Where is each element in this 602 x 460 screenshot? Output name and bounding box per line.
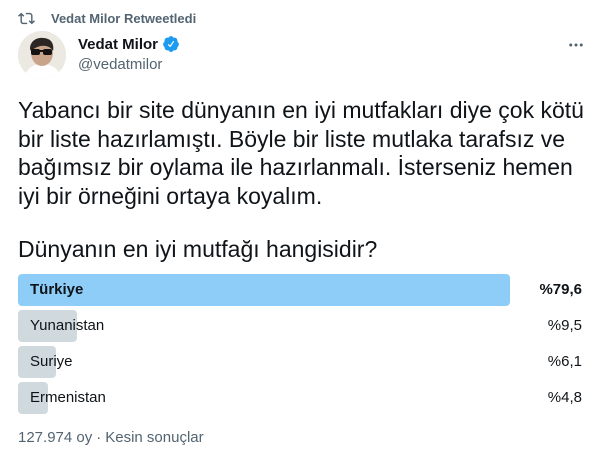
author-handle[interactable]: @vedatmilor: [78, 56, 180, 73]
poll-status: Kesin sonuçlar: [105, 429, 204, 446]
poll-option-label: Ermenistan: [30, 389, 106, 406]
poll: Türkiye %79,6 Yunanistan %9,5 Suriye %6,…: [18, 274, 584, 418]
poll-option-percent: %9,5: [547, 317, 582, 334]
poll-option[interactable]: Suriye %6,1: [18, 346, 584, 378]
avatar[interactable]: [18, 31, 66, 79]
poll-option-label: Türkiye: [30, 281, 84, 298]
tweet-header: Vedat Milor @vedatmilor: [18, 31, 586, 81]
author-block: Vedat Milor @vedatmilor: [78, 35, 180, 73]
retweet-icon: [18, 10, 35, 27]
retweet-label: Vedat Milor Retweetledi: [51, 10, 197, 26]
poll-option[interactable]: Yunanistan %9,5: [18, 310, 584, 342]
poll-option-percent: %79,6: [539, 281, 582, 298]
verified-badge-icon: [162, 35, 180, 53]
tweet-text: Yabancı bir site dünyanın en iyi mutfakl…: [18, 97, 584, 209]
poll-option-label: Suriye: [30, 353, 73, 370]
poll-option-percent: %4,8: [547, 389, 582, 406]
poll-footer-separator: ·: [96, 429, 102, 446]
poll-option-bar: [18, 274, 511, 306]
poll-option-label: Yunanistan: [30, 317, 105, 334]
more-options-icon[interactable]: [566, 35, 586, 55]
poll-vote-count: 127.974 oy: [18, 429, 93, 446]
poll-question: Dünyanın en iyi mutfağı hangisidir?: [18, 236, 378, 262]
poll-option[interactable]: Ermenistan %4,8: [18, 382, 584, 414]
poll-footer: 127.974 oy · Kesin sonuçlar: [18, 429, 204, 446]
retweet-context[interactable]: Vedat Milor Retweetledi: [18, 9, 196, 27]
poll-option[interactable]: Türkiye %79,6: [18, 274, 584, 306]
poll-option-percent: %6,1: [547, 353, 582, 370]
author-name[interactable]: Vedat Milor: [78, 36, 158, 53]
